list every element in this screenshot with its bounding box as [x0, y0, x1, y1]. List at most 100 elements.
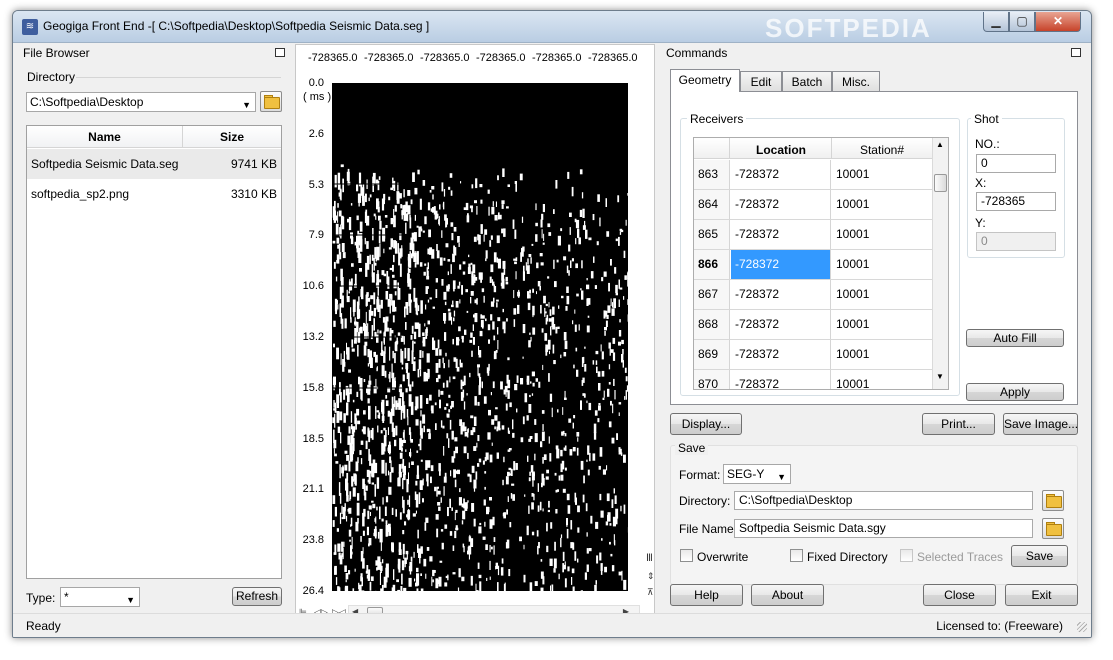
- file-list-header: Name Size: [27, 126, 281, 148]
- folder-icon: [1046, 524, 1062, 536]
- shot-y-label: Y:: [975, 216, 986, 230]
- auto-fill-button[interactable]: Auto Fill: [966, 329, 1064, 347]
- column-header-name[interactable]: Name: [27, 130, 182, 144]
- row-number: 865: [694, 220, 730, 249]
- print-button[interactable]: Print...: [922, 413, 995, 435]
- undock-icon[interactable]: [275, 48, 285, 57]
- receivers-table: Location Station# 863 -728372 10001 864 -728…: [693, 137, 949, 390]
- directory-combo[interactable]: C:\Softpedia\Desktop ▼: [26, 92, 256, 112]
- location-cell[interactable]: -728372: [731, 280, 831, 309]
- receivers-body: 863 -728372 10001 864 -728372 10001 865 -728372…: [694, 160, 932, 389]
- location-cell[interactable]: -728372: [731, 370, 831, 389]
- save-directory-field[interactable]: C:\Softpedia\Desktop: [734, 491, 1033, 510]
- column-header-size[interactable]: Size: [183, 130, 281, 144]
- location-cell[interactable]: -728372: [731, 340, 831, 369]
- location-cell[interactable]: -728372: [731, 220, 831, 249]
- row-number: 863: [694, 160, 730, 189]
- table-row[interactable]: 868 -728372 10001: [694, 310, 932, 340]
- location-cell[interactable]: -728372: [731, 250, 831, 279]
- table-row[interactable]: 867 -728372 10001: [694, 280, 932, 310]
- station-cell[interactable]: 10001: [832, 340, 932, 369]
- row-number: 869: [694, 340, 730, 369]
- y-tick-label: 26.4: [302, 585, 324, 597]
- y-tick-label: 23.8: [302, 534, 324, 547]
- apply-button[interactable]: Apply: [966, 383, 1064, 401]
- location-cell[interactable]: -728372: [731, 160, 831, 189]
- y-tick-label: 15.8: [302, 381, 324, 394]
- shot-x-field[interactable]: -728365: [976, 192, 1056, 211]
- seismic-view: -728365.0 -728365.0 -728365.0 -728365.0 …: [295, 44, 655, 620]
- table-row[interactable]: 865 -728372 10001: [694, 220, 932, 250]
- minimize-button[interactable]: ▁: [983, 12, 1009, 32]
- receivers-scrollbar[interactable]: ▲ ▼: [932, 138, 948, 389]
- scroll-thumb[interactable]: [934, 174, 947, 192]
- resize-grip-icon[interactable]: [1077, 622, 1087, 632]
- location-cell[interactable]: -728372: [731, 310, 831, 339]
- filename-field[interactable]: Softpedia Seismic Data.sgy: [734, 519, 1033, 538]
- save-directory-label: Directory:: [679, 494, 731, 508]
- exit-button[interactable]: Exit: [1005, 584, 1078, 606]
- close-button[interactable]: Close: [923, 584, 996, 606]
- shot-no-field[interactable]: 0: [976, 154, 1056, 173]
- window-title: Geogiga Front End -[ C:\Softpedia\Deskto…: [43, 19, 430, 33]
- format-value: SEG-Y: [727, 467, 765, 481]
- browse-folder-button[interactable]: [260, 91, 282, 112]
- location-cell[interactable]: -728372: [731, 190, 831, 219]
- station-cell[interactable]: 10001: [832, 190, 932, 219]
- overwrite-label: Overwrite: [697, 550, 749, 564]
- overwrite-checkbox[interactable]: [680, 549, 693, 562]
- zoom-fit-icon[interactable]: Ⅲ: [646, 553, 653, 564]
- tab-misc[interactable]: Misc.: [832, 71, 880, 92]
- tab-edit[interactable]: Edit: [740, 71, 782, 92]
- y-tick-label: 7.9: [308, 229, 324, 242]
- about-button[interactable]: About: [751, 584, 824, 606]
- y-tick-label: 13.2: [302, 331, 324, 343]
- receivers-header: Location Station#: [694, 138, 932, 159]
- undock-icon[interactable]: [1071, 48, 1081, 57]
- station-cell[interactable]: 10001: [832, 310, 932, 339]
- station-cell[interactable]: 10001: [832, 250, 932, 279]
- x-tick-label: -728365.0: [364, 52, 414, 64]
- table-row[interactable]: 866 -728372 10001: [694, 250, 932, 280]
- shot-y-field: 0: [976, 232, 1056, 251]
- directory-value: C:\Softpedia\Desktop: [30, 95, 144, 109]
- help-button[interactable]: Help: [670, 584, 743, 606]
- file-row[interactable]: Softpedia Seismic Data.seg 9741 KB: [27, 149, 281, 179]
- table-row[interactable]: 869 -728372 10001: [694, 340, 932, 370]
- zoom-in-icon[interactable]: ⇕: [647, 571, 655, 582]
- format-combo[interactable]: SEG-Y ▼: [723, 464, 791, 484]
- fixed-directory-checkbox[interactable]: [790, 549, 803, 562]
- directory-label: Directory: [24, 70, 79, 84]
- column-header-station[interactable]: Station#: [832, 143, 932, 157]
- chevron-down-icon: ▼: [242, 100, 251, 110]
- maximize-button[interactable]: ▢: [1009, 12, 1035, 32]
- scroll-up-arrow[interactable]: ▲: [936, 140, 944, 149]
- close-window-button[interactable]: ✕: [1035, 12, 1081, 32]
- scroll-down-arrow[interactable]: ▼: [936, 372, 944, 381]
- table-row[interactable]: 864 -728372 10001: [694, 190, 932, 220]
- display-button[interactable]: Display...: [670, 413, 742, 435]
- zoom-out-icon[interactable]: ⊼: [647, 587, 654, 598]
- tab-geometry[interactable]: Geometry: [670, 69, 740, 92]
- app-window: ≋ Geogiga Front End -[ C:\Softpedia\Desk…: [12, 10, 1092, 638]
- type-combo[interactable]: * ▼: [60, 587, 140, 607]
- station-cell[interactable]: 10001: [832, 220, 932, 249]
- refresh-button[interactable]: Refresh: [232, 587, 282, 606]
- column-header-location[interactable]: Location: [731, 143, 831, 157]
- station-cell[interactable]: 10001: [832, 280, 932, 309]
- station-cell[interactable]: 10001: [832, 370, 932, 389]
- y-tick-label: 0.0: [308, 77, 324, 89]
- filename-browse-button[interactable]: [1042, 518, 1064, 539]
- shot-no-label: NO.:: [975, 137, 1000, 151]
- station-cell[interactable]: 10001: [832, 160, 932, 189]
- row-number: 867: [694, 280, 730, 309]
- tab-batch[interactable]: Batch: [782, 71, 832, 92]
- save-group-label: Save: [675, 441, 709, 455]
- save-button[interactable]: Save: [1011, 545, 1068, 567]
- file-row[interactable]: softpedia_sp2.png 3310 KB: [27, 179, 281, 209]
- table-row[interactable]: 863 -728372 10001: [694, 160, 932, 190]
- table-row[interactable]: 870 -728372 10001: [694, 370, 932, 389]
- save-image-button[interactable]: Save Image...: [1003, 413, 1078, 435]
- save-directory-browse-button[interactable]: [1042, 490, 1064, 511]
- seismic-plot[interactable]: [332, 83, 628, 591]
